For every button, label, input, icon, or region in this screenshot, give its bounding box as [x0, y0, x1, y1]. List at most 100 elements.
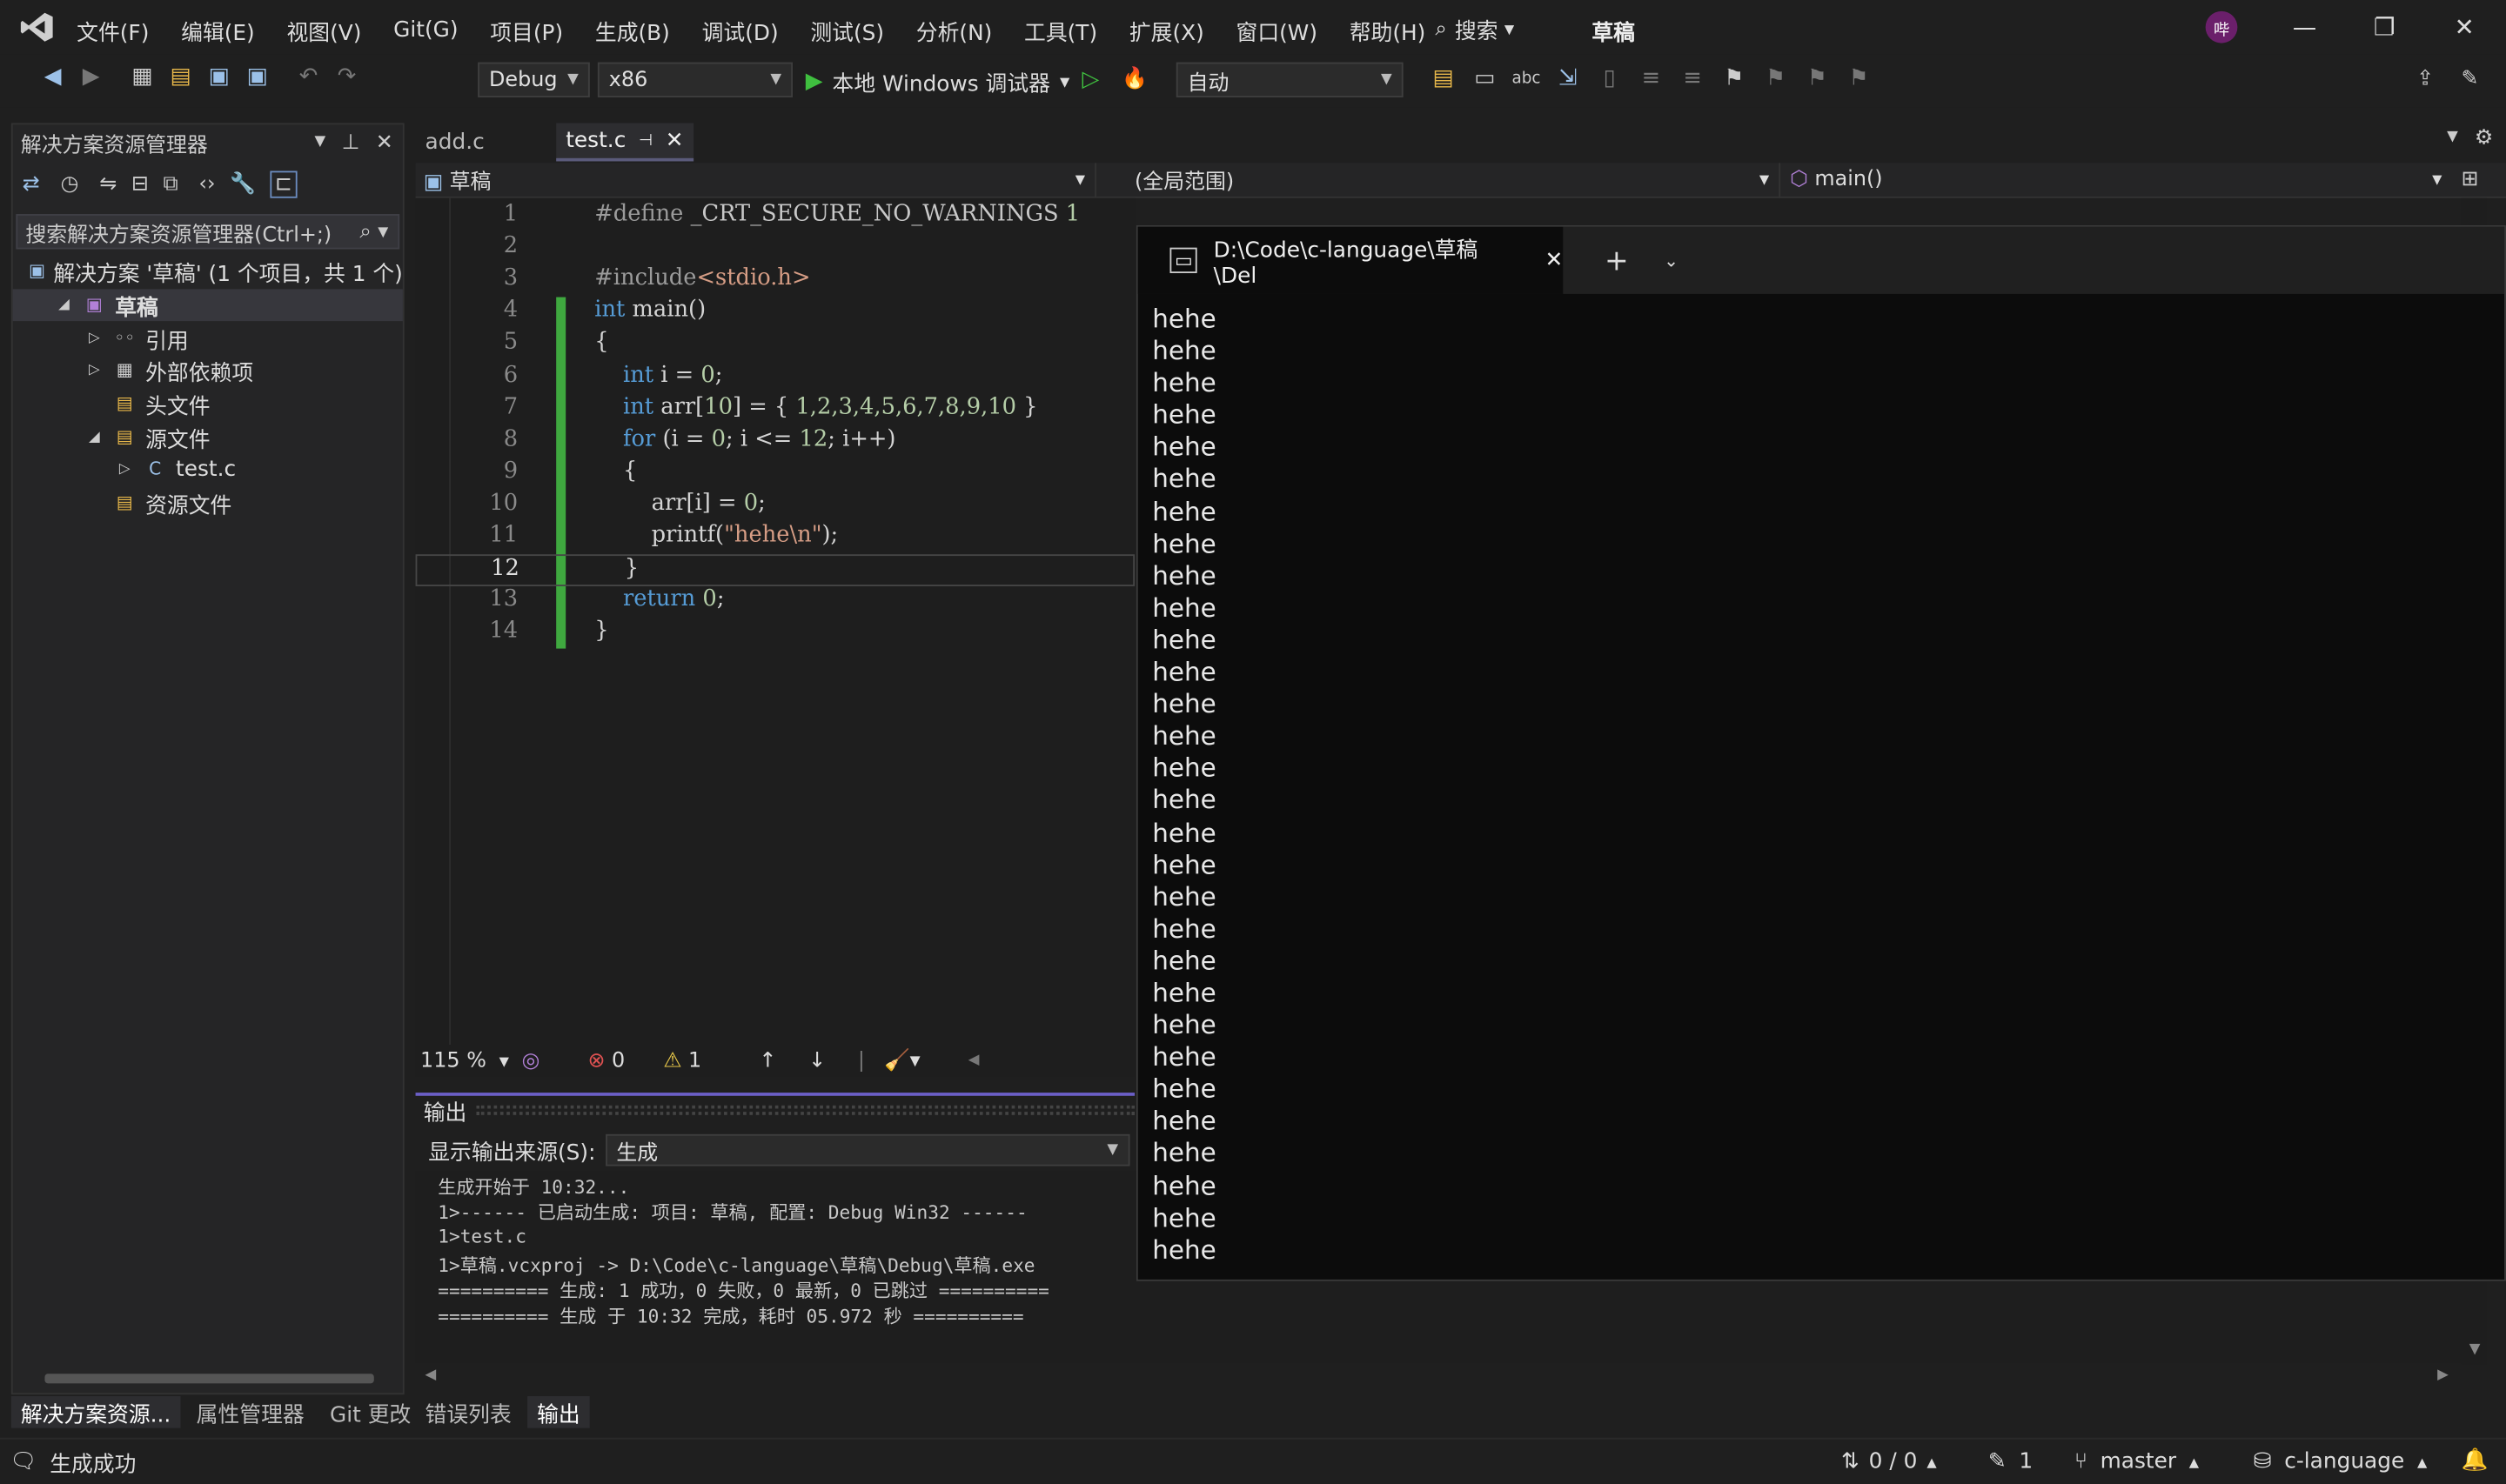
properties-icon[interactable]: 🔧 [230, 171, 256, 196]
warning-count[interactable]: 1 [688, 1049, 701, 1073]
expand-toggle-icon[interactable]: ◢ [84, 430, 106, 445]
dropdown-icon[interactable]: ▼ [315, 134, 326, 150]
search-button[interactable]: ⌕ 搜索 ▼ [1435, 13, 1514, 44]
expand-toggle-icon[interactable]: ▷ [113, 463, 136, 478]
back-icon[interactable]: ◀ [35, 64, 70, 89]
code-line[interactable]: 7 int arr[10] = { 1,2,3,4,5,6,7,8,9,10 } [416, 394, 1136, 426]
close-icon[interactable]: ✕ [666, 128, 684, 153]
panel-tab[interactable]: 解决方案资源... [10, 1396, 181, 1428]
code-line[interactable]: 3 #include<stdio.h> [416, 265, 1136, 297]
scope-nav-select[interactable]: (全局范围) ▼ [1096, 162, 1781, 197]
code-line[interactable]: 2 [416, 233, 1136, 265]
minimize-button[interactable]: — [2285, 10, 2323, 44]
settings-gear-icon[interactable]: ⚙ [2475, 126, 2493, 150]
show-all-files-icon[interactable]: ⧉ [163, 171, 178, 196]
browse-folder-icon[interactable]: ▤ [1425, 65, 1460, 90]
code-editor[interactable]: 1 #define _CRT_SECURE_NO_WARNINGS 1 2 3 #inc… [415, 197, 1136, 1046]
tab-test-c[interactable]: test.c ⊣ ✕ [556, 123, 694, 162]
cleanup-icon[interactable]: 🧹▾ [884, 1049, 921, 1073]
menu-item[interactable]: 扩展(X) [1113, 15, 1220, 46]
code-line[interactable]: 9 { [416, 458, 1136, 491]
auto-select[interactable]: 自动 ▼ [1176, 62, 1404, 98]
save-all-icon[interactable]: ▣ [240, 64, 275, 89]
feedback-icon[interactable]: ✎ [2462, 67, 2479, 91]
branch-indicator[interactable]: ⑂ master ▲ [2074, 1449, 2199, 1474]
close-window-button[interactable]: ✕ [2445, 10, 2483, 44]
output-source-select[interactable]: 生成 ▼ [605, 1133, 1129, 1166]
outdent-icon[interactable]: ≡ [1675, 65, 1710, 90]
horizontal-scrollbar[interactable] [19, 1371, 396, 1387]
sync-icon[interactable]: ⇋ [99, 171, 117, 196]
error-count[interactable]: 0 [612, 1049, 625, 1073]
switch-view-icon[interactable]: ⇄ [23, 171, 40, 196]
menu-item[interactable]: Git(G) [378, 17, 474, 43]
avatar[interactable]: 哔 [2205, 10, 2238, 43]
tree-item[interactable]: ▤ 资源文件 [13, 487, 403, 520]
code-line[interactable]: 4 int main() [416, 297, 1136, 330]
code-line[interactable]: 5{ [416, 330, 1136, 362]
tree-item[interactable]: ▷ ◦◦ 引用 [13, 322, 403, 355]
next-bookmark-icon[interactable]: ⚑ [1799, 65, 1834, 90]
configuration-select[interactable]: Debug ▼ [478, 62, 590, 98]
menu-item[interactable]: 窗口(W) [1220, 15, 1333, 46]
code-line[interactable]: 12 } [415, 554, 1136, 587]
new-project-icon[interactable]: ▦ [124, 64, 159, 89]
panel-tab[interactable]: Git 更改 [320, 1396, 420, 1427]
repository-indicator[interactable]: ⛁ c-language ▲ [2254, 1449, 2428, 1474]
clear-bookmarks-icon[interactable]: ⚑ [1841, 65, 1876, 90]
arrow-down-icon[interactable]: ↓ [808, 1049, 826, 1073]
output-horizontal-scrollbar[interactable]: ◀ ▶ [416, 1367, 2462, 1390]
notification-bell-icon[interactable]: 🔔 [2462, 1447, 2489, 1473]
panel-tab[interactable]: 属性管理器 [187, 1396, 314, 1427]
spellcheck-icon[interactable]: abc [1509, 70, 1544, 87]
code-line[interactable]: 6 int i = 0; [416, 362, 1136, 394]
preview-icon[interactable]: ⊏ [270, 170, 298, 197]
git-changes-indicator[interactable]: ⇅ 0 / 0 ▲ [1841, 1449, 1937, 1474]
code-line[interactable]: 14} [416, 618, 1136, 651]
indent-icon[interactable]: ≡ [1633, 65, 1668, 90]
member-nav-select[interactable]: ⬡ main() ▼ [1780, 162, 2451, 197]
split-editor-icon[interactable]: ⊞ [2462, 168, 2479, 192]
menu-item[interactable]: 帮助(H) [1333, 15, 1441, 46]
save-icon[interactable]: ▣ [201, 64, 236, 89]
panel-tab[interactable]: 输出 [527, 1396, 590, 1428]
menu-item[interactable]: 项目(P) [474, 15, 580, 46]
menu-item[interactable]: 分析(N) [900, 15, 1008, 46]
copilot-icon[interactable]: ◎ [522, 1049, 540, 1073]
tab-add-c[interactable]: add.c [416, 123, 557, 161]
arrow-up-icon[interactable]: ↑ [759, 1049, 776, 1073]
code-line[interactable]: 11 printf("hehe\n"); [416, 523, 1136, 555]
undo-icon[interactable]: ↶ [291, 64, 325, 89]
open-folder-icon[interactable]: ▤ [163, 64, 198, 89]
solution-search-input[interactable]: 搜索解决方案资源管理器(Ctrl+;) ⌕ ▾ [16, 214, 400, 250]
scroll-left-icon[interactable]: ◀ [968, 1053, 980, 1068]
redo-icon[interactable]: ↷ [329, 64, 364, 89]
code-line[interactable]: 8 for (i = 0; i <= 12; i++) [416, 426, 1136, 458]
restore-button[interactable]: ❐ [2365, 10, 2403, 44]
layout-icon[interactable]: ▭ [1467, 65, 1502, 90]
tree-item[interactable]: ▷ ▦ 外部依赖项 [13, 355, 403, 388]
prev-bookmark-icon[interactable]: ⚑ [1758, 65, 1792, 90]
step-icon[interactable]: ⇲ [1551, 65, 1585, 90]
menu-item[interactable]: 生成(B) [580, 15, 687, 46]
tree-item[interactable]: ◢ ▣ 草稿 [12, 288, 403, 322]
chevron-down-icon[interactable]: ⌄ [1664, 250, 1678, 271]
share-icon[interactable]: ⇪ [2416, 67, 2434, 91]
code-line[interactable]: 13 return 0; [416, 586, 1136, 618]
tree-item[interactable]: ▤ 头文件 [13, 388, 403, 421]
tab-list-icon[interactable]: ▼ [2447, 130, 2458, 145]
forward-icon[interactable]: ▶ [73, 64, 108, 89]
panel-tab[interactable]: 错误列表 [416, 1396, 521, 1427]
tree-item[interactable]: ◢ ▤ 源文件 [13, 421, 403, 454]
bookmark-icon[interactable]: ⚑ [1717, 65, 1752, 90]
expand-toggle-icon[interactable]: ▷ [84, 364, 106, 379]
code-line[interactable]: 1 #define _CRT_SECURE_NO_WARNINGS 1 [416, 201, 1136, 233]
expand-toggle-icon[interactable]: ▷ [84, 331, 106, 346]
drag-handle[interactable] [476, 1105, 1136, 1115]
code-line[interactable]: 10 arr[i] = 0; [416, 491, 1136, 523]
hot-reload-icon[interactable]: 🔥 [1122, 67, 1148, 91]
pending-edits-indicator[interactable]: ✎ 1 [1988, 1449, 2033, 1474]
project-nav-select[interactable]: ▣ 草稿 ▼ [416, 162, 1096, 197]
new-tab-button[interactable]: + [1605, 244, 1629, 277]
platform-select[interactable]: x86 ▼ [597, 62, 794, 98]
